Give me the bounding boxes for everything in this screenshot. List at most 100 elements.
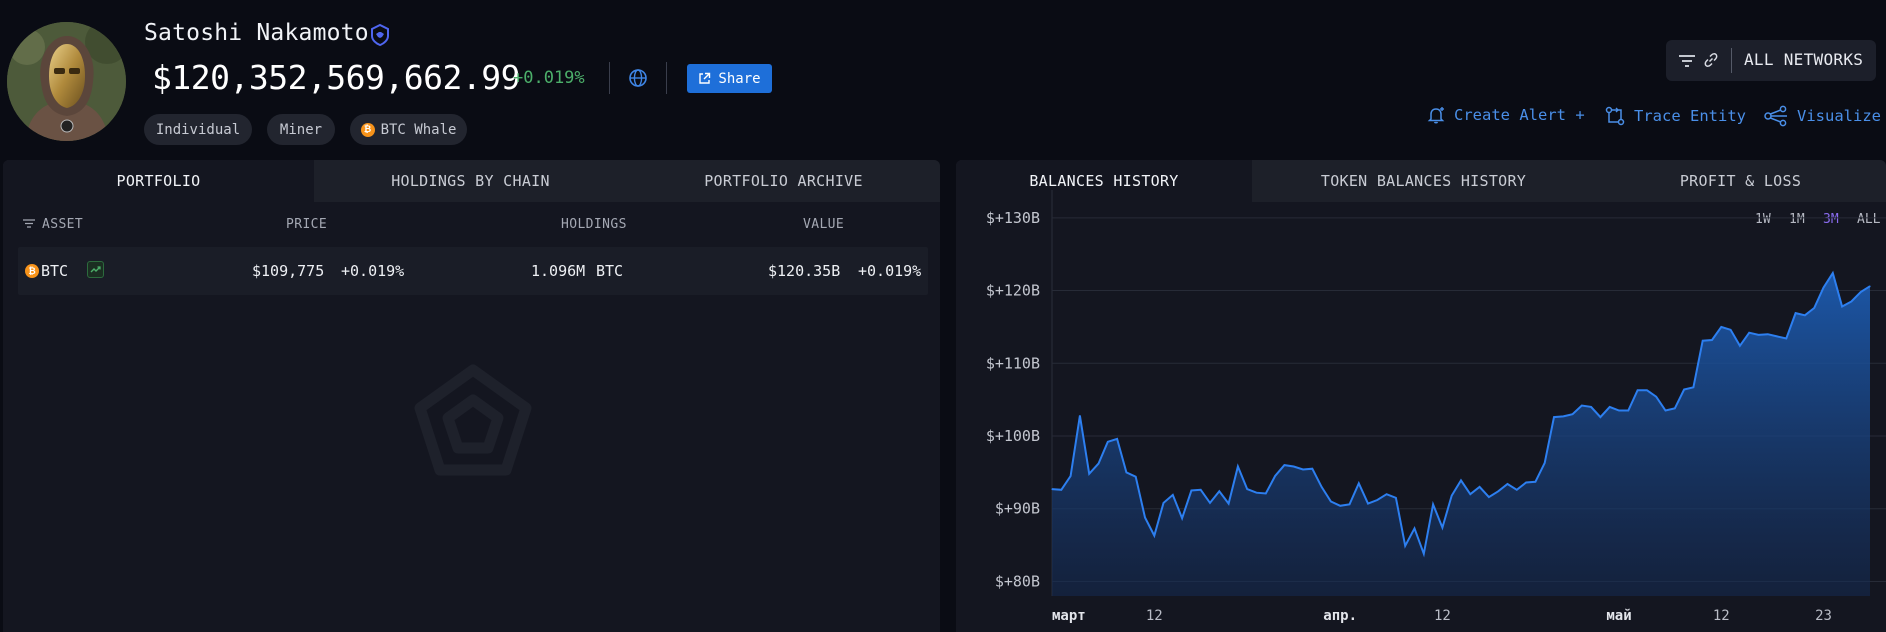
column-asset[interactable]: ASSET — [42, 217, 83, 232]
data-point — [1497, 490, 1499, 492]
avatar-portrait — [7, 22, 126, 141]
data-point — [1051, 488, 1053, 490]
tab-portfolio-archive[interactable]: PORTFOLIO ARCHIVE — [627, 160, 940, 202]
data-point — [1125, 471, 1127, 473]
data-point — [1079, 415, 1081, 417]
tag-btc-whale[interactable]: ₿ BTC Whale — [350, 114, 467, 145]
column-holdings[interactable]: HOLDINGS — [561, 217, 627, 232]
data-point — [1265, 492, 1267, 495]
share-button[interactable]: Share — [687, 64, 772, 93]
data-point — [1358, 482, 1360, 484]
data-point — [1804, 314, 1806, 316]
data-point — [1432, 503, 1434, 505]
data-point — [1060, 489, 1062, 491]
data-point — [1841, 305, 1843, 308]
asset-price-change: +0.019% — [341, 262, 405, 280]
y-tick-label: $+90B — [995, 500, 1040, 518]
data-point — [1274, 475, 1276, 477]
networks-label: ALL NETWORKS — [1744, 50, 1864, 69]
y-tick-label: $+100B — [986, 427, 1040, 445]
data-point — [1692, 386, 1694, 388]
data-point — [1822, 287, 1825, 289]
data-point — [1683, 388, 1685, 391]
data-point — [1190, 489, 1192, 492]
data-point — [1162, 502, 1165, 504]
data-point — [1655, 396, 1657, 398]
balances-panel: BALANCES HISTORY TOKEN BALANCES HISTORY … — [956, 160, 1886, 632]
trending-up-icon[interactable] — [87, 261, 104, 278]
data-point — [1869, 285, 1871, 287]
data-point — [1135, 476, 1137, 478]
bell-plus-icon — [1427, 107, 1445, 124]
create-alert-button[interactable]: Create Alert + — [1426, 105, 1585, 125]
asset-value: $120.35B — [768, 262, 841, 280]
data-point — [1553, 416, 1555, 418]
trace-entity-label: Trace Entity — [1634, 107, 1746, 125]
data-point — [1581, 404, 1583, 407]
asset-price: $109,775 — [252, 262, 325, 280]
data-point — [1451, 495, 1453, 497]
tag-label: BTC Whale — [380, 121, 457, 138]
portfolio-tabs: PORTFOLIO HOLDINGS BY CHAIN PORTFOLIO AR… — [3, 160, 940, 202]
asset-holdings-unit: BTC — [596, 262, 624, 280]
entity-name: Satoshi Nakamoto — [144, 20, 369, 46]
data-point — [1850, 300, 1852, 303]
table-row[interactable]: ₿ BTC $109,775 +0.019% 1.096M BTC $120.3… — [18, 247, 928, 295]
x-tick-label: 12 — [1146, 608, 1163, 624]
data-point — [1664, 409, 1667, 412]
data-point — [1544, 462, 1546, 464]
data-point — [1144, 516, 1146, 519]
data-point — [1646, 389, 1648, 391]
data-point — [1599, 416, 1601, 418]
data-point — [1469, 493, 1471, 495]
bitcoin-icon: ₿ — [360, 122, 375, 137]
data-point — [1479, 486, 1481, 488]
data-point — [1813, 307, 1815, 309]
visualize-button[interactable]: Visualize — [1763, 105, 1881, 127]
data-point — [1209, 502, 1211, 504]
globe-icon[interactable] — [628, 68, 648, 88]
tab-portfolio[interactable]: PORTFOLIO — [3, 160, 314, 202]
divider — [666, 62, 667, 94]
trace-icon — [1605, 106, 1625, 126]
asset-holdings: 1.096M — [531, 262, 586, 280]
data-point — [1637, 389, 1639, 391]
column-price[interactable]: PRICE — [286, 217, 327, 232]
data-point — [1776, 335, 1778, 337]
portfolio-panel: PORTFOLIO HOLDINGS BY CHAIN PORTFOLIO AR… — [3, 160, 940, 632]
tab-holdings-by-chain[interactable]: HOLDINGS BY CHAIN — [314, 160, 627, 202]
y-tick-label: $+130B — [986, 209, 1040, 227]
sort-icon[interactable] — [23, 218, 35, 229]
data-point — [1571, 413, 1574, 415]
tag-label: Miner — [279, 121, 323, 138]
data-point — [1376, 499, 1378, 501]
y-tick-label: $+80B — [995, 572, 1040, 590]
data-point — [1702, 340, 1704, 342]
filter-icon[interactable] — [1678, 53, 1696, 68]
data-point — [1460, 479, 1462, 481]
bitcoin-icon: ₿ — [25, 264, 39, 278]
balances-chart[interactable]: $+80B $+90B $+100B $+110B $+120B $+130B март 1… — [956, 160, 1886, 632]
data-point — [1767, 333, 1769, 335]
data-point — [1609, 406, 1611, 408]
link-icon[interactable] — [1703, 52, 1719, 68]
x-tick-label: 12 — [1713, 608, 1730, 624]
network-selector[interactable]: ALL NETWORKS — [1666, 40, 1876, 81]
data-point — [1395, 497, 1397, 499]
tag-miner[interactable]: Miner — [267, 114, 335, 145]
trace-entity-button[interactable]: Trace Entity — [1604, 105, 1746, 127]
data-point — [1107, 441, 1109, 443]
graph-nodes-icon — [1764, 105, 1787, 127]
data-point — [1348, 503, 1351, 505]
x-tick-label: май — [1606, 608, 1631, 624]
column-value[interactable]: VALUE — [803, 217, 844, 232]
data-point — [1618, 409, 1620, 412]
data-point — [1255, 492, 1258, 494]
data-point — [1172, 494, 1174, 496]
data-point — [1488, 496, 1490, 498]
data-point — [1711, 339, 1713, 341]
divider — [1731, 48, 1732, 73]
tag-individual[interactable]: Individual — [144, 114, 252, 145]
divider — [609, 62, 610, 94]
data-point — [1237, 465, 1239, 468]
